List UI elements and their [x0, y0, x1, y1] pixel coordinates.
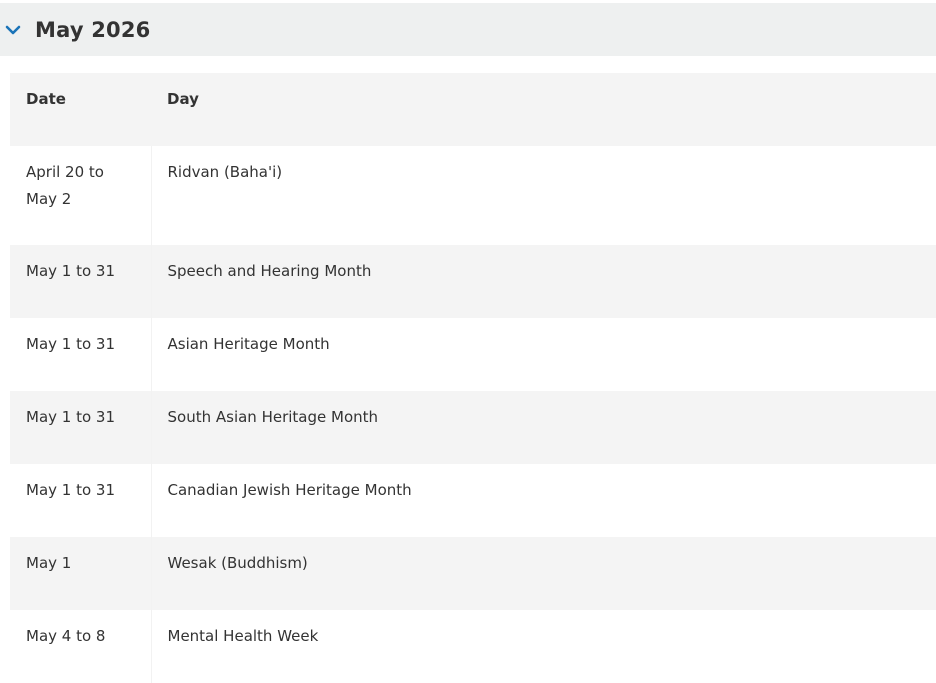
table-row: May 1 to 31 Asian Heritage Month — [10, 318, 936, 391]
table-row: May 4 to 8 Mental Health Week — [10, 610, 936, 683]
table-row: May 1 to 31 South Asian Heritage Month — [10, 391, 936, 464]
date-cell: May 1 to 31 — [10, 391, 152, 464]
date-cell: April 20 to May 2 — [10, 146, 152, 245]
table-header-row: Date Day — [10, 73, 936, 146]
table-row: May 1 to 31 Speech and Hearing Month — [10, 245, 936, 318]
date-cell: May 1 to 31 — [10, 318, 152, 391]
table-row: May 1 to 31 Canadian Jewish Heritage Mon… — [10, 464, 936, 537]
accordion-header-may-2026[interactable]: May 2026 — [0, 3, 936, 56]
table-row: April 20 to May 2 Ridvan (Baha'i) — [10, 146, 936, 245]
date-cell: May 1 to 31 — [10, 464, 152, 537]
date-cell: May 4 to 8 — [10, 610, 152, 683]
day-cell: Canadian Jewish Heritage Month — [167, 481, 412, 499]
table-row: May 1 Wesak (Buddhism) — [10, 537, 936, 610]
column-header-day: Day — [167, 90, 199, 108]
section-title[interactable]: May 2026 — [35, 18, 150, 42]
date-cell: May 1 — [10, 537, 152, 610]
day-cell: Speech and Hearing Month — [167, 262, 372, 280]
day-cell: South Asian Heritage Month — [167, 408, 379, 426]
column-header-date: Date — [26, 90, 66, 108]
day-cell: Wesak (Buddhism) — [167, 554, 308, 572]
day-cell: Ridvan (Baha'i) — [167, 163, 283, 181]
date-cell: May 1 to 31 — [10, 245, 152, 318]
day-cell: Asian Heritage Month — [167, 335, 330, 353]
chevron-down-icon[interactable] — [5, 22, 21, 38]
day-cell: Mental Health Week — [167, 627, 319, 645]
observances-table: Date Day April 20 to May 2 Ridvan (Baha'… — [10, 73, 936, 683]
